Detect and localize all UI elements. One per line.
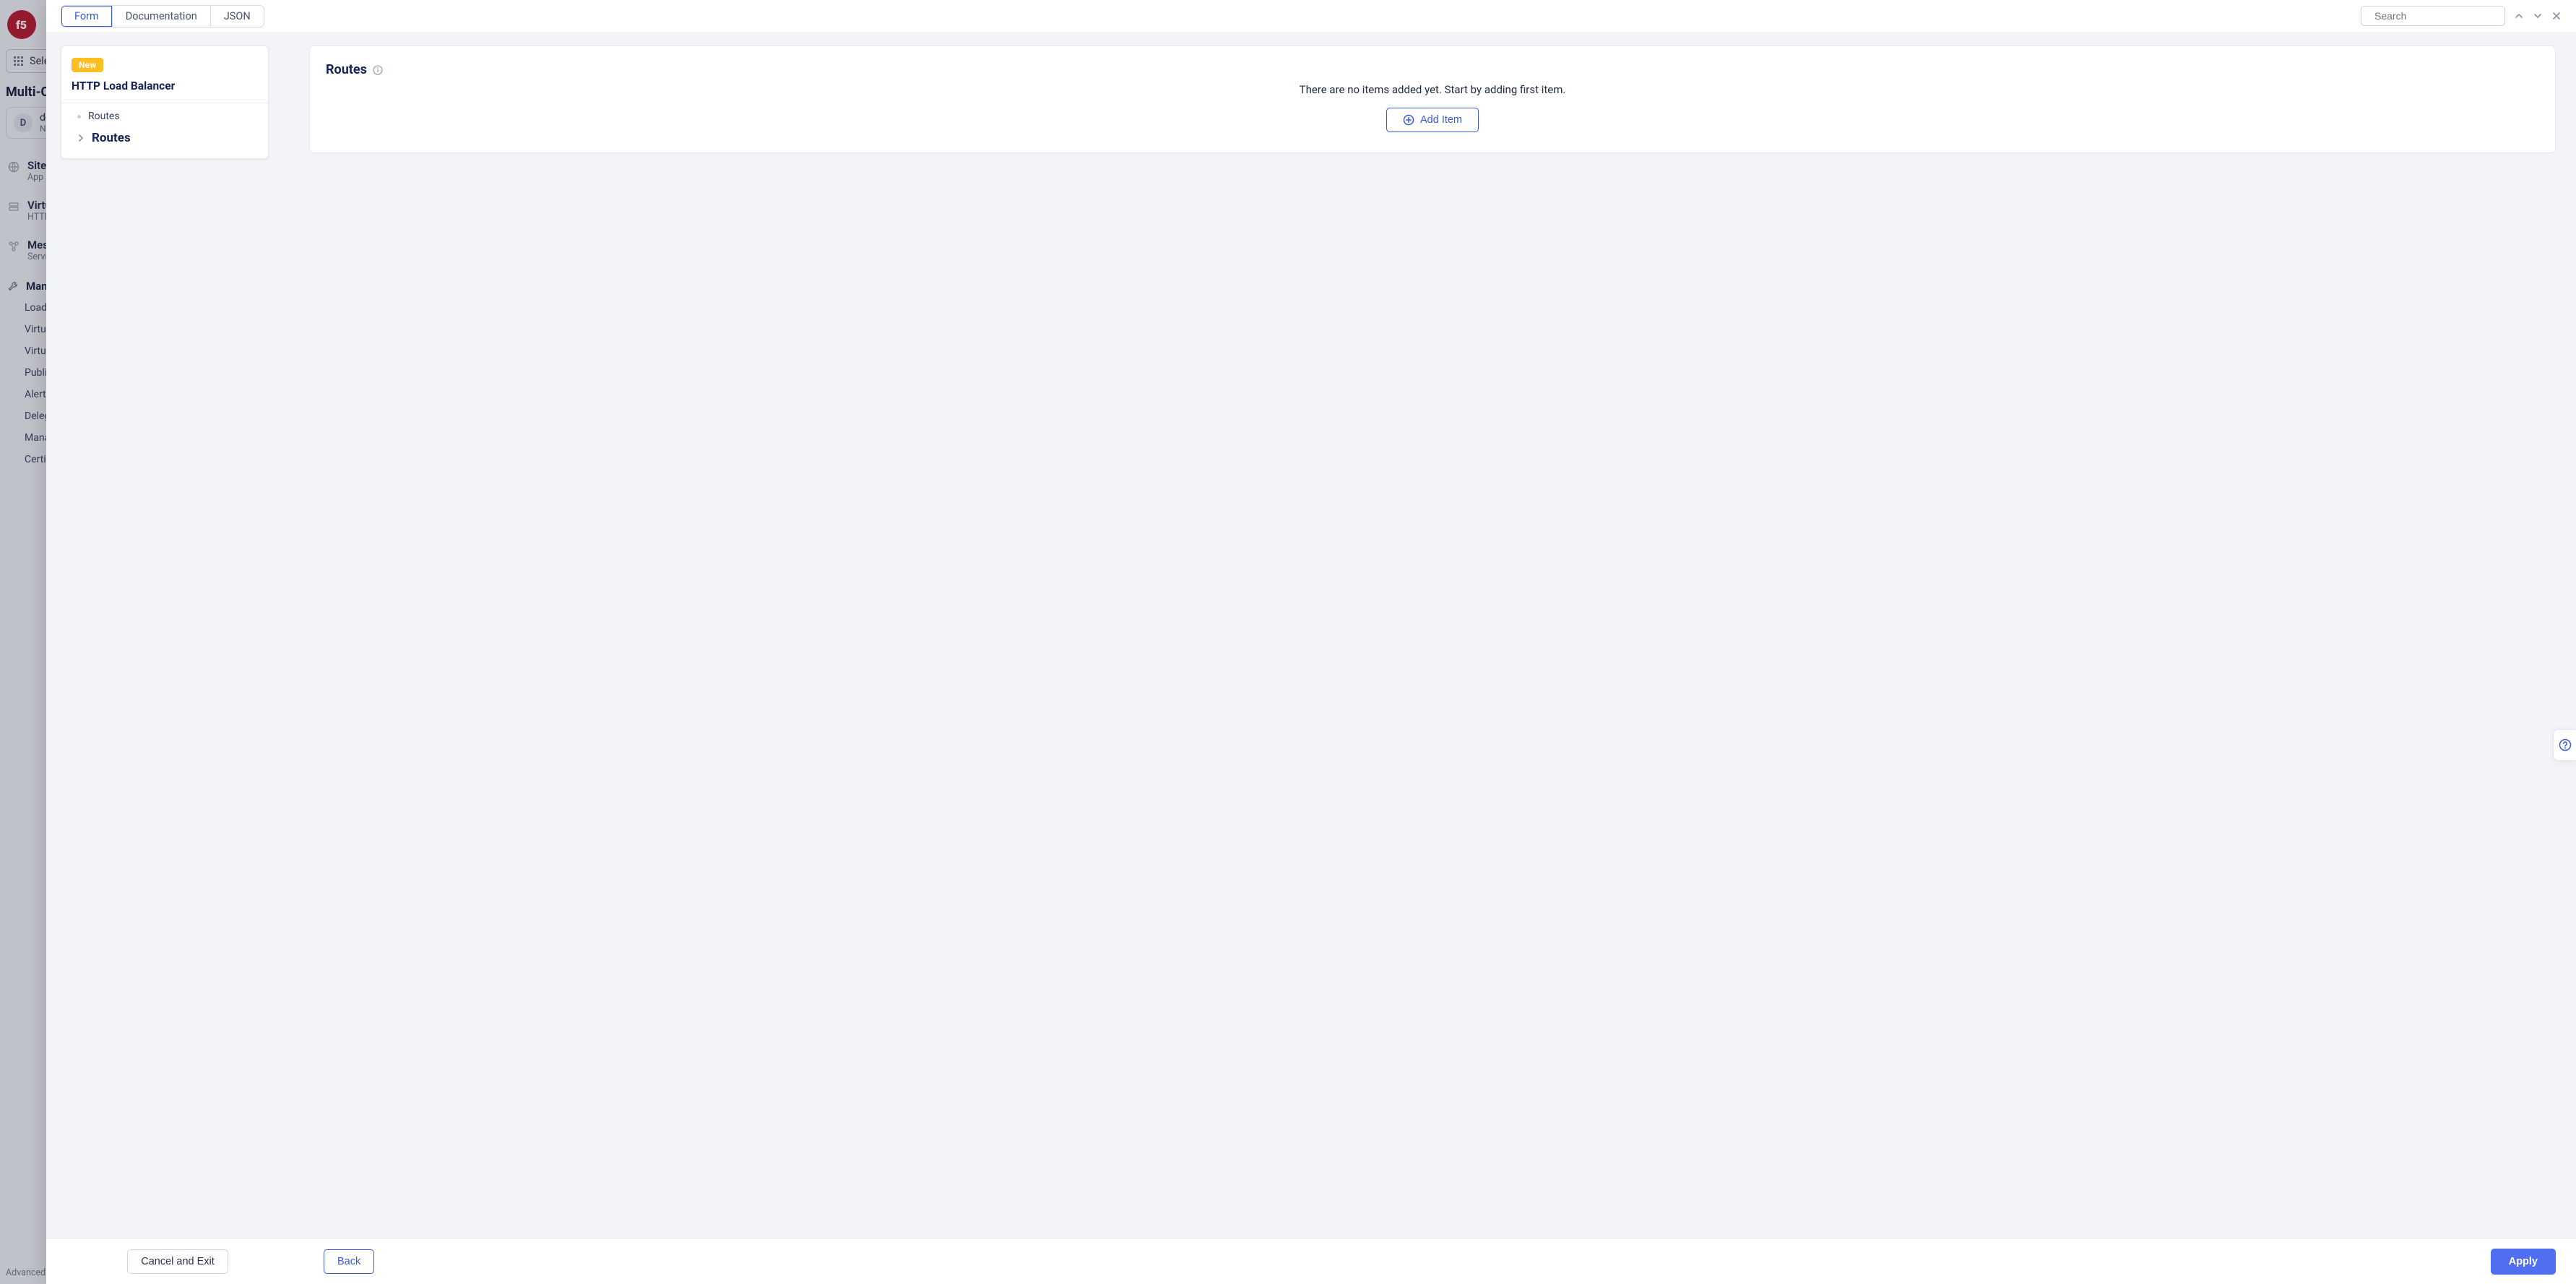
close-icon bbox=[2552, 12, 2561, 20]
form-modal: Form Documentation JSON bbox=[46, 0, 2576, 1284]
modal-body: New HTTP Load Balancer Routes Routes bbox=[46, 33, 2576, 1238]
routes-panel: Routes There are no items added yet. Sta… bbox=[309, 46, 2556, 153]
info-icon[interactable] bbox=[373, 65, 383, 75]
modal-footer: Cancel and Exit Back Apply bbox=[46, 1238, 2576, 1284]
bullet-icon bbox=[77, 115, 81, 119]
help-icon bbox=[2559, 738, 2572, 751]
add-item-button[interactable]: Add Item bbox=[1386, 108, 1479, 132]
chevron-right-icon bbox=[77, 134, 85, 142]
form-title: HTTP Load Balancer bbox=[61, 78, 268, 103]
search-close-button[interactable] bbox=[2549, 8, 2564, 24]
search-next-button[interactable] bbox=[2530, 8, 2546, 24]
empty-state-text: There are no items added yet. Start by a… bbox=[326, 77, 2539, 108]
tab-documentation[interactable]: Documentation bbox=[113, 6, 211, 27]
form-main: Routes There are no items added yet. Sta… bbox=[269, 33, 2576, 1238]
form-tree-panel: New HTTP Load Balancer Routes Routes bbox=[46, 33, 269, 1238]
tree-node-label: Routes bbox=[88, 111, 120, 122]
tree-leaf-label: Routes bbox=[92, 131, 131, 145]
new-badge: New bbox=[72, 58, 103, 72]
chevron-up-icon bbox=[2515, 12, 2523, 20]
chevron-down-icon bbox=[2533, 12, 2542, 20]
panel-heading: Routes bbox=[326, 62, 367, 77]
search-group bbox=[2361, 6, 2564, 26]
tree-leaf-routes[interactable]: Routes bbox=[61, 126, 268, 158]
apply-button[interactable]: Apply bbox=[2491, 1249, 2556, 1275]
tab-form[interactable]: Form bbox=[61, 6, 113, 27]
cancel-and-exit-button[interactable]: Cancel and Exit bbox=[127, 1249, 228, 1274]
search-prev-button[interactable] bbox=[2511, 8, 2527, 24]
view-tabs: Form Documentation JSON bbox=[61, 5, 264, 27]
back-button[interactable]: Back bbox=[324, 1249, 374, 1274]
add-item-label: Add Item bbox=[1420, 114, 1462, 126]
plus-circle-icon bbox=[1403, 114, 1414, 126]
tree-node-routes[interactable]: Routes bbox=[61, 103, 268, 126]
panel-heading-row: Routes bbox=[326, 62, 2539, 77]
search-box[interactable] bbox=[2361, 6, 2505, 26]
form-tree-card: New HTTP Load Balancer Routes Routes bbox=[61, 46, 269, 159]
search-input[interactable] bbox=[2374, 10, 2505, 22]
modal-topbar: Form Documentation JSON bbox=[46, 0, 2576, 33]
tab-json[interactable]: JSON bbox=[211, 6, 264, 27]
help-floating-button[interactable] bbox=[2553, 729, 2576, 761]
